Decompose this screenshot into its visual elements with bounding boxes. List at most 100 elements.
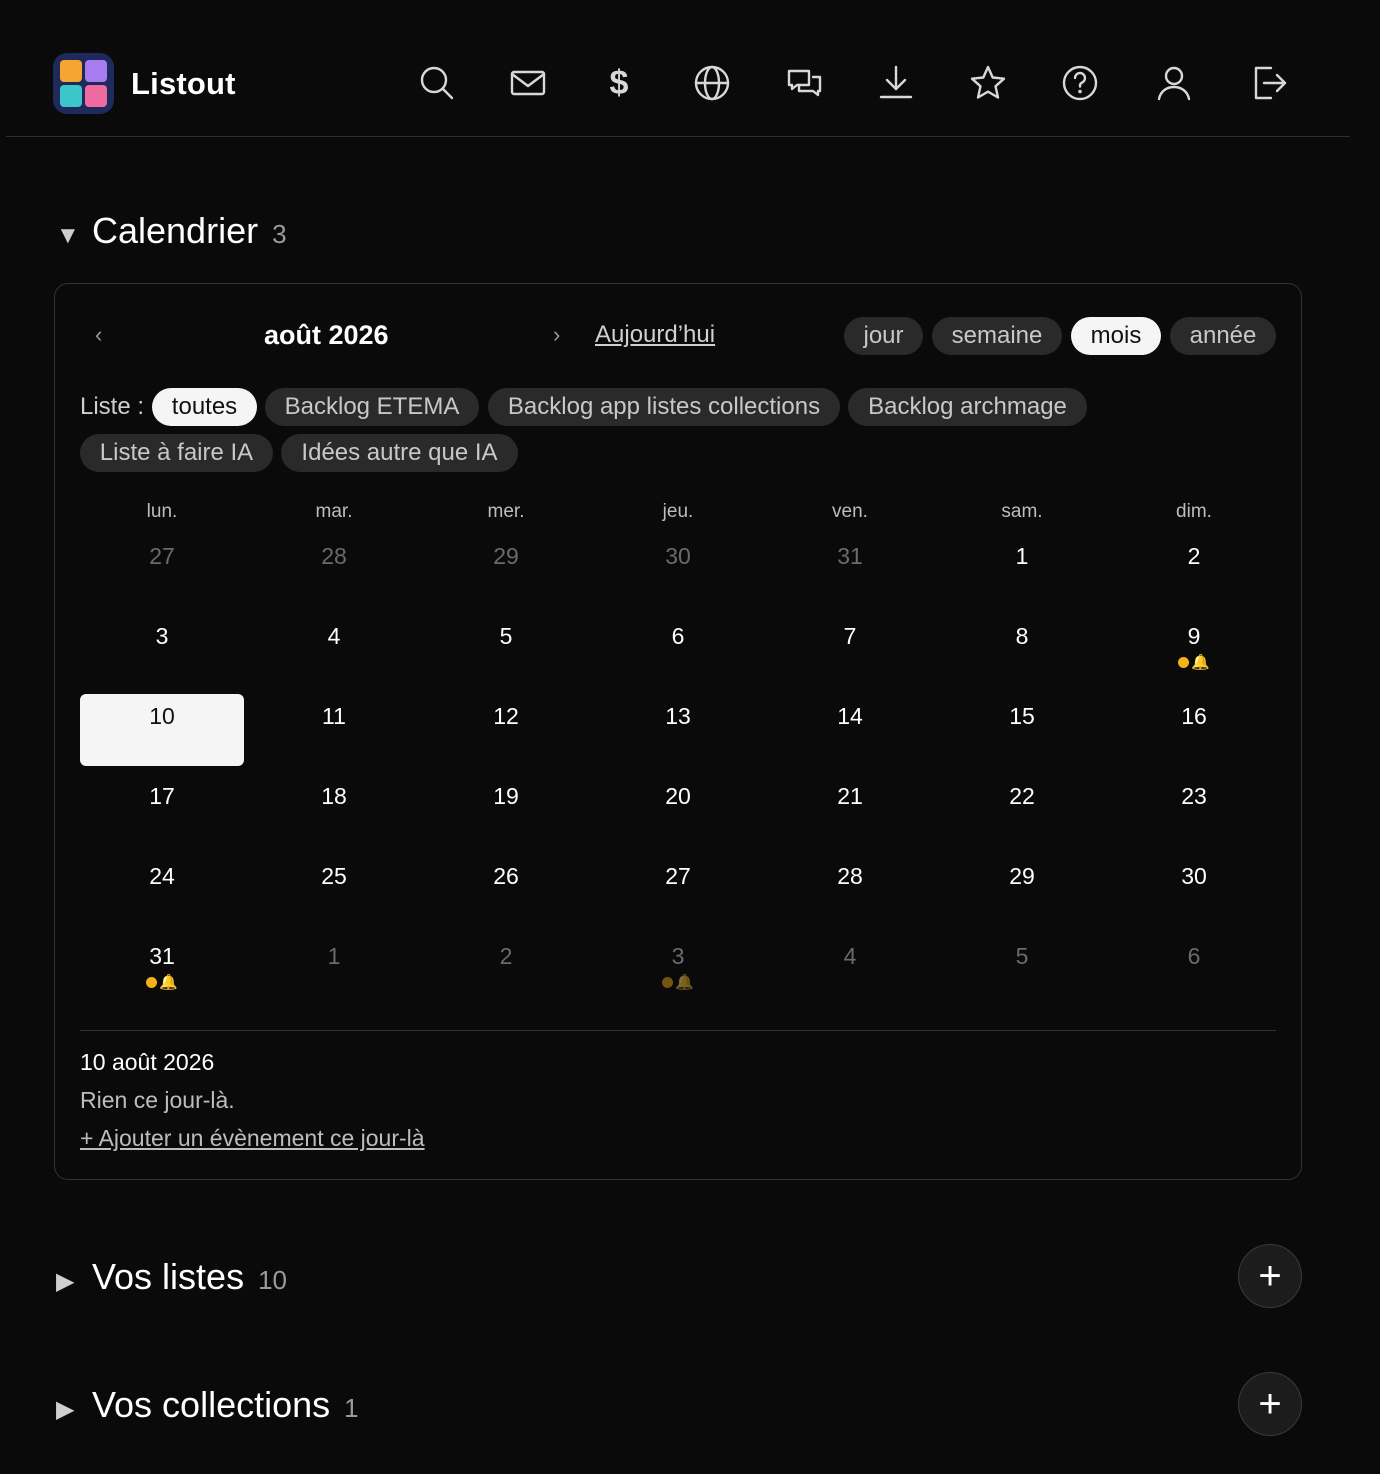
filter-backlog-app-chip[interactable]: Backlog app listes collections: [488, 388, 840, 426]
day-cell[interactable]: 28: [768, 854, 932, 926]
day-cell[interactable]: 6: [1112, 934, 1276, 1006]
day-cell[interactable]: 3 🔔: [596, 934, 760, 1006]
view-year-button[interactable]: année: [1170, 317, 1276, 355]
day-cell[interactable]: 24: [80, 854, 244, 926]
brand[interactable]: Listout: [53, 53, 236, 114]
day-number: 31: [149, 943, 175, 969]
event-markers: 🔔: [1112, 655, 1276, 670]
user-icon[interactable]: [1151, 60, 1197, 106]
day-number: 4: [327, 623, 341, 649]
day-number: 3: [155, 623, 169, 649]
view-day-button[interactable]: jour: [844, 317, 923, 355]
calendar-section-toggle[interactable]: ▼ Calendrier 3: [56, 210, 287, 252]
calendar-count: 3: [272, 219, 287, 249]
day-number: 17: [149, 783, 175, 809]
day-number: 2: [1187, 543, 1201, 569]
lists-section-toggle[interactable]: ▶ Vos listes 10: [56, 1256, 287, 1298]
weekday-header: lun.: [146, 501, 178, 522]
day-number: 2: [499, 943, 513, 969]
day-cell[interactable]: 2: [424, 934, 588, 1006]
day-cell[interactable]: 17: [80, 774, 244, 846]
selected-day-cell[interactable]: 10: [80, 694, 244, 766]
day-number: 25: [321, 863, 347, 889]
mail-icon[interactable]: [505, 60, 551, 106]
chat-icon[interactable]: [781, 60, 827, 106]
day-number: 12: [493, 703, 519, 729]
filter-liste-ia-chip[interactable]: Liste à faire IA: [80, 434, 273, 472]
day-cell[interactable]: 25: [252, 854, 416, 926]
day-cell[interactable]: 26: [424, 854, 588, 926]
search-icon[interactable]: [414, 60, 460, 106]
list-filter-label: Liste :: [80, 393, 145, 420]
day-cell[interactable]: 3: [80, 614, 244, 686]
day-cell[interactable]: 30: [1112, 854, 1276, 926]
day-cell[interactable]: 29: [424, 534, 588, 606]
day-cell[interactable]: 27: [80, 534, 244, 606]
day-cell[interactable]: 6: [596, 614, 760, 686]
day-cell[interactable]: 30: [596, 534, 760, 606]
add-list-button[interactable]: +: [1238, 1244, 1302, 1308]
day-number: 11: [322, 703, 346, 729]
day-number: 10: [149, 703, 175, 729]
filter-backlog-archmage-chip[interactable]: Backlog archmage: [848, 388, 1087, 426]
day-cell[interactable]: 12: [424, 694, 588, 766]
collections-count: 1: [344, 1393, 359, 1423]
day-cell[interactable]: 31: [768, 534, 932, 606]
day-number: 4: [843, 943, 857, 969]
event-dot-icon: [1178, 657, 1190, 668]
day-cell[interactable]: 21: [768, 774, 932, 846]
day-cell[interactable]: 29: [940, 854, 1104, 926]
dollar-icon[interactable]: $: [596, 60, 642, 106]
day-cell[interactable]: 18: [252, 774, 416, 846]
day-cell[interactable]: 28: [252, 534, 416, 606]
day-cell[interactable]: 9 🔔: [1112, 614, 1276, 686]
day-number: 14: [837, 703, 863, 729]
day-cell[interactable]: 27: [596, 854, 760, 926]
view-week-button[interactable]: semaine: [932, 317, 1062, 355]
prev-month-button[interactable]: ‹: [95, 322, 102, 348]
collections-section-toggle[interactable]: ▶ Vos collections 1: [56, 1384, 359, 1426]
view-month-button[interactable]: mois: [1071, 317, 1161, 355]
day-cell[interactable]: 4: [252, 614, 416, 686]
filter-all-chip[interactable]: toutes: [152, 388, 257, 426]
day-cell[interactable]: 7: [768, 614, 932, 686]
weekday-header: sam.: [1001, 501, 1043, 522]
filter-idees-chip[interactable]: Idées autre que IA: [281, 434, 518, 472]
day-cell[interactable]: 19: [424, 774, 588, 846]
day-cell[interactable]: 22: [940, 774, 1104, 846]
day-cell[interactable]: 23: [1112, 774, 1276, 846]
day-number: 6: [1187, 943, 1201, 969]
day-cell[interactable]: 16: [1112, 694, 1276, 766]
today-button[interactable]: Aujourd’hui: [595, 321, 715, 349]
collapse-caret-icon: ▼: [56, 222, 80, 249]
day-cell[interactable]: 1: [252, 934, 416, 1006]
weekday-header: dim.: [1176, 501, 1212, 522]
day-cell[interactable]: 31 🔔: [80, 934, 244, 1006]
day-cell[interactable]: 1: [940, 534, 1104, 606]
day-cell[interactable]: 5: [424, 614, 588, 686]
day-cell[interactable]: 8: [940, 614, 1104, 686]
day-number: 29: [1009, 863, 1035, 889]
logout-icon[interactable]: [1246, 60, 1292, 106]
day-cell[interactable]: 14: [768, 694, 932, 766]
day-cell[interactable]: 15: [940, 694, 1104, 766]
download-icon[interactable]: [873, 60, 919, 106]
globe-icon[interactable]: [689, 60, 735, 106]
day-number: 6: [671, 623, 685, 649]
day-cell[interactable]: 11: [252, 694, 416, 766]
day-cell[interactable]: 2: [1112, 534, 1276, 606]
day-cell[interactable]: 5: [940, 934, 1104, 1006]
add-event-link[interactable]: + Ajouter un évènement ce jour-là: [80, 1125, 425, 1152]
next-month-button[interactable]: ›: [553, 322, 560, 348]
day-number: 7: [843, 623, 857, 649]
day-number: 22: [1009, 783, 1035, 809]
day-cell[interactable]: 13: [596, 694, 760, 766]
add-collection-button[interactable]: +: [1238, 1372, 1302, 1436]
day-cell[interactable]: 4: [768, 934, 932, 1006]
help-icon[interactable]: [1057, 60, 1103, 106]
bell-icon: 🔔: [159, 974, 178, 991]
star-icon[interactable]: [965, 60, 1011, 106]
filter-backlog-etema-chip[interactable]: Backlog ETEMA: [265, 388, 479, 426]
day-cell[interactable]: 20: [596, 774, 760, 846]
day-number: 28: [321, 543, 347, 569]
